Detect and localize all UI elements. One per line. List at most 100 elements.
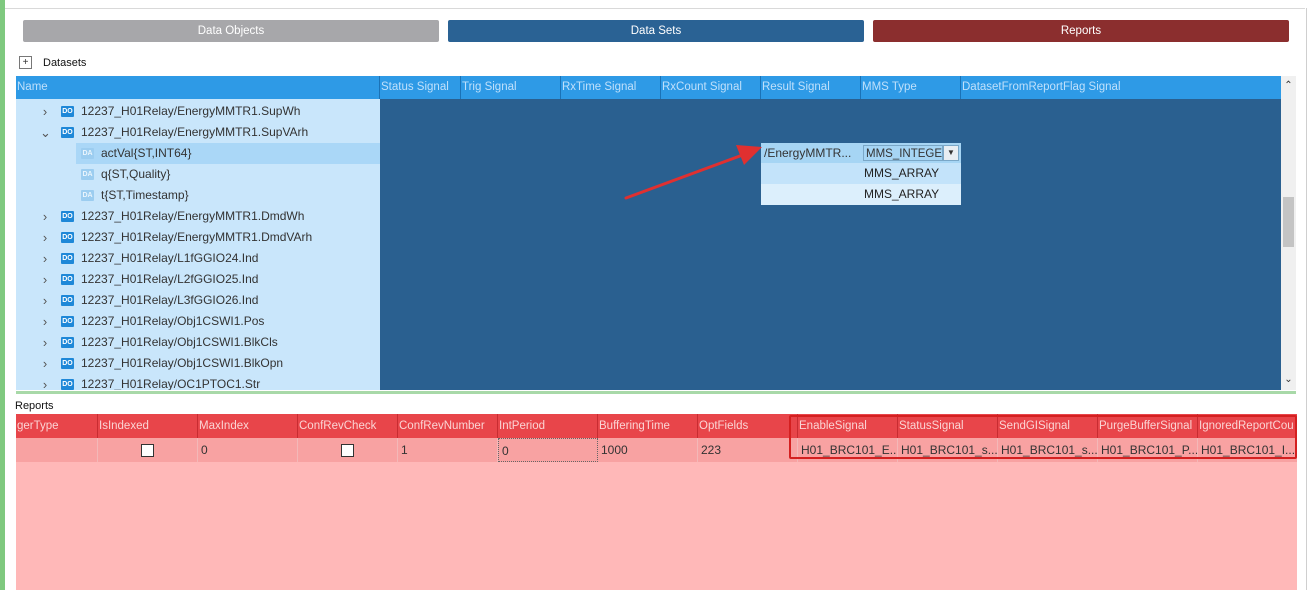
tree-row-label: 12237_H01Relay/EnergyMMTR1.DmdWh — [81, 209, 305, 223]
tree-row[interactable]: › DO 12237_H01Relay/EnergyMMTR1.DmdWh — [16, 206, 380, 227]
tree-row[interactable]: › DO 12237_H01Relay/L2fGGIO25.Ind — [16, 269, 380, 290]
tree-row-label: 12237_H01Relay/L3fGGIO26.Ind — [81, 293, 259, 307]
reports-grid: gerType IsIndexed MaxIndex ConfRevCheck … — [16, 414, 1297, 590]
mms-type-option[interactable]: MMS_ARRAY — [761, 163, 961, 184]
tree-row[interactable]: ⌄ DO 12237_H01Relay/EnergyMMTR1.SupVArh — [16, 122, 380, 143]
is-indexed-cell[interactable] — [98, 438, 198, 462]
tree-row[interactable]: › DO 12237_H01Relay/Obj1CSWI1.BlkCls — [16, 332, 380, 353]
pane-splitter[interactable] — [16, 391, 1296, 394]
data-object-icon: DO — [61, 295, 74, 306]
tree-row[interactable]: DA q{ST,Quality} — [76, 164, 380, 185]
buffering-time-cell[interactable]: 1000 — [598, 438, 698, 462]
datasets-title: Datasets — [43, 57, 87, 69]
data-object-icon: DO — [61, 211, 74, 222]
conf-rev-check-cell[interactable] — [298, 438, 398, 462]
chevron-right-icon[interactable]: › — [40, 290, 50, 311]
data-object-icon: DO — [61, 232, 74, 243]
left-accent-bar — [0, 0, 5, 590]
chevron-right-icon[interactable]: › — [40, 374, 50, 390]
col-dataset-from-report-flag[interactable]: DatasetFromReportFlag Signal — [961, 76, 1281, 99]
reports-button[interactable]: Reports — [873, 20, 1289, 42]
col-buffering-time[interactable]: BufferingTime — [598, 414, 698, 438]
conf-rev-check-checkbox[interactable] — [341, 444, 354, 457]
tree-row[interactable]: › DO 12237_H01Relay/L3fGGIO26.Ind — [16, 290, 380, 311]
option-label: MMS_ARRAY — [864, 187, 940, 201]
chevron-right-icon[interactable]: › — [40, 269, 50, 290]
mms-type-option[interactable]: MMS_ARRAY — [761, 184, 961, 205]
tree-row[interactable]: › DO 12237_H01Relay/EnergyMMTR1.SupWh — [16, 101, 380, 122]
col-opt-fields[interactable]: OptFields — [698, 414, 798, 438]
datasets-vertical-scrollbar[interactable]: ⌃ ⌄ — [1281, 76, 1296, 390]
tree-row-label: 12237_H01Relay/Obj1CSWI1.Pos — [81, 314, 265, 328]
chevron-right-icon[interactable]: › — [40, 353, 50, 374]
col-max-index[interactable]: MaxIndex — [198, 414, 298, 438]
col-result-signal[interactable]: Result Signal — [761, 76, 861, 99]
col-is-indexed[interactable]: IsIndexed — [98, 414, 198, 438]
expand-all-icon[interactable]: + — [19, 56, 32, 69]
data-object-icon: DO — [61, 316, 74, 327]
data-object-icon: DO — [61, 106, 74, 117]
chevron-right-icon[interactable]: › — [40, 227, 50, 248]
tree-row-label: 12237_H01Relay/Obj1CSWI1.BlkOpn — [81, 356, 284, 370]
col-rxcount-signal[interactable]: RxCount Signal — [661, 76, 761, 99]
tree-row-label: 12237_H01Relay/EnergyMMTR1.SupVArh — [81, 125, 309, 139]
chevron-right-icon[interactable]: › — [40, 206, 50, 227]
chevron-right-icon[interactable]: › — [40, 311, 50, 332]
col-conf-rev-number[interactable]: ConfRevNumber — [398, 414, 498, 438]
is-indexed-checkbox[interactable] — [141, 444, 154, 457]
tree-row[interactable]: › DO 12237_H01Relay/Obj1CSWI1.Pos — [16, 311, 380, 332]
scroll-up-icon[interactable]: ⌃ — [1281, 78, 1296, 94]
tree-row-label: 12237_H01Relay/OC1PTOC1.Str — [81, 377, 261, 390]
data-objects-button[interactable]: Data Objects — [23, 20, 439, 42]
tree-row-label: 12237_H01Relay/EnergyMMTR1.SupWh — [81, 104, 301, 118]
scrollbar-thumb[interactable] — [1283, 197, 1294, 247]
tree-row[interactable]: › DO 12237_H01Relay/EnergyMMTR1.DmdVArh — [16, 227, 380, 248]
tree-row-label: 12237_H01Relay/Obj1CSWI1.BlkCls — [81, 335, 278, 349]
int-period-cell[interactable]: 0 — [498, 438, 598, 462]
trigger-type-cell[interactable] — [16, 438, 98, 462]
data-object-icon: DO — [61, 253, 74, 264]
chevron-right-icon[interactable]: › — [40, 332, 50, 353]
mms-type-value[interactable]: MMS_INTEGE — [863, 145, 943, 161]
data-attribute-icon: DA — [81, 169, 94, 180]
data-attribute-icon: DA — [81, 190, 94, 201]
datasets-column-header: Name Status Signal Trig Signal RxTime Si… — [16, 76, 1281, 99]
data-object-icon: DO — [61, 358, 74, 369]
option-label: MMS_ARRAY — [864, 166, 940, 180]
chevron-right-icon[interactable]: › — [40, 248, 50, 269]
col-int-period[interactable]: IntPeriod — [498, 414, 598, 438]
data-object-icon: DO — [61, 127, 74, 138]
top-divider — [5, 8, 1305, 9]
tree-row-label: 12237_H01Relay/L2fGGIO25.Ind — [81, 272, 259, 286]
tree-row-label: actVal{ST,INT64} — [101, 146, 192, 160]
tree-row-selected[interactable]: DA actVal{ST,INT64} — [76, 143, 380, 164]
col-rxtime-signal[interactable]: RxTime Signal — [561, 76, 661, 99]
tree-row[interactable]: › DO 12237_H01Relay/L1fGGIO24.Ind — [16, 248, 380, 269]
tree-row-label: t{ST,Timestamp} — [101, 188, 189, 202]
conf-rev-number-cell[interactable]: 1 — [398, 438, 498, 462]
opt-fields-cell[interactable]: 223 — [698, 438, 798, 462]
tree-row[interactable]: › DO 12237_H01Relay/Obj1CSWI1.BlkOpn — [16, 353, 380, 374]
data-object-icon: DO — [61, 274, 74, 285]
chevron-right-icon[interactable]: › — [40, 101, 50, 122]
tree-row-label: 12237_H01Relay/EnergyMMTR1.DmdVArh — [81, 230, 313, 244]
col-trig-signal[interactable]: Trig Signal — [461, 76, 561, 99]
tree-row[interactable]: › DO 12237_H01Relay/OC1PTOC1.Str — [16, 374, 380, 390]
col-name[interactable]: Name — [16, 76, 380, 99]
col-conf-rev-check[interactable]: ConfRevCheck — [298, 414, 398, 438]
data-object-icon: DO — [61, 337, 74, 348]
tree-row[interactable]: DA t{ST,Timestamp} — [76, 185, 380, 206]
col-trigger-type[interactable]: gerType — [16, 414, 98, 438]
chevron-down-icon[interactable]: ⌄ — [40, 122, 51, 143]
col-status-signal[interactable]: Status Signal — [380, 76, 461, 99]
tree-row-label: q{ST,Quality} — [101, 167, 171, 181]
mms-type-combobox[interactable]: MMS_INTEGE ▼ — [861, 143, 961, 163]
data-object-icon: DO — [61, 379, 74, 390]
dropdown-arrow-icon[interactable]: ▼ — [943, 145, 959, 161]
data-sets-button[interactable]: Data Sets — [448, 20, 864, 42]
max-index-cell[interactable]: 0 — [198, 438, 298, 462]
col-mms-type[interactable]: MMS Type — [861, 76, 961, 99]
data-attribute-icon: DA — [81, 148, 94, 159]
scroll-down-icon[interactable]: ⌄ — [1281, 372, 1296, 388]
result-signal-cell[interactable]: /EnergyMMTR... — [761, 143, 861, 163]
